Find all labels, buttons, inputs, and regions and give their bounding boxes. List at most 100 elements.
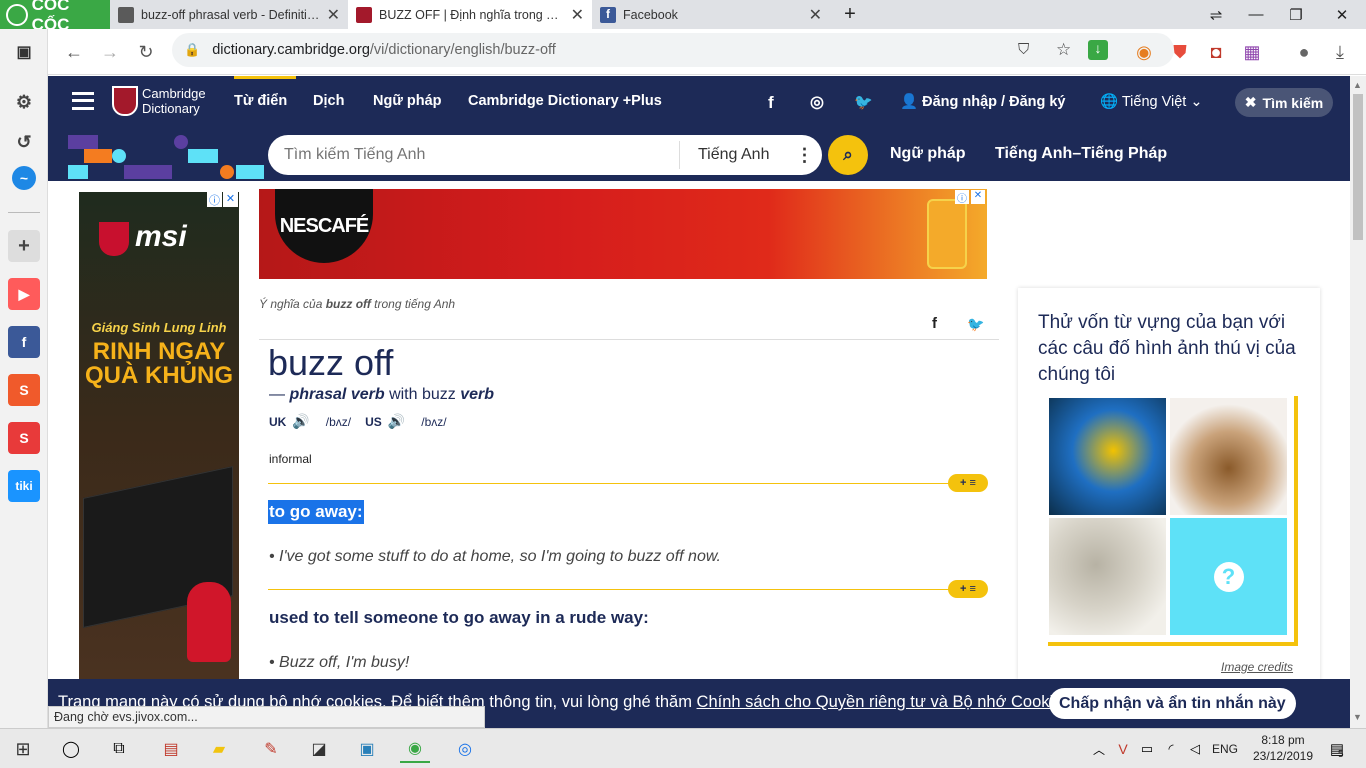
quiz-image-snail[interactable] (1170, 398, 1287, 515)
instagram-icon[interactable]: ◎ (810, 92, 824, 112)
shield-icon[interactable]: ⛉ (1018, 41, 1029, 58)
image-credits-link[interactable]: Image credits (1221, 660, 1293, 674)
site-logo[interactable]: Cambridge Dictionary (142, 86, 206, 116)
search-submit-icon[interactable]: ⌕ (828, 135, 868, 175)
profile-avatar-icon[interactable]: ● (1290, 38, 1318, 66)
app-icon-office[interactable]: ▤ (156, 735, 186, 763)
sendo-icon[interactable]: S (8, 422, 40, 454)
coccoc-brand[interactable]: CỐC CỐC (0, 0, 110, 34)
picture-quiz-widget[interactable]: Thử vốn từ vựng của bạn với các câu đố h… (1018, 288, 1320, 680)
extension-coccoc-icon[interactable]: ◉ (1130, 38, 1158, 66)
tab-buzzoff-cambridge[interactable]: BUZZ OFF | Định nghĩa trong Từ điển ✕ (348, 0, 592, 29)
app-icon-capture[interactable]: ▣ (352, 735, 382, 763)
quiz-image-octopus[interactable] (1049, 518, 1166, 635)
nav-grammar[interactable]: Ngữ pháp (373, 93, 442, 109)
chevron-down-icon: ⌄ (1190, 94, 1203, 110)
language-label: Tiếng Việt (1121, 94, 1187, 110)
tab-search-icon[interactable]: ⇌ (1196, 0, 1236, 29)
close-tab-icon[interactable]: ✕ (327, 5, 340, 25)
new-tab-button[interactable]: + (830, 0, 870, 29)
search-toggle-button[interactable]: ✖ Tìm kiếm (1235, 88, 1333, 117)
tray-clock[interactable]: 8:18 pm 23/12/2019 (1250, 732, 1316, 764)
add-to-list-button[interactable]: + ≡ (948, 474, 988, 492)
zalo-icon[interactable]: ◎ (450, 735, 480, 763)
us-audio-speaker-icon[interactable]: 🔊 (388, 413, 405, 430)
tiki-icon[interactable]: tiki (8, 470, 40, 502)
nav-dictionary[interactable]: Từ điển (234, 93, 287, 109)
back-arrow-icon[interactable]: ← (60, 38, 88, 66)
scroll-up-arrow-icon[interactable]: ▲ (1353, 80, 1362, 90)
msi-ad-banner[interactable]: msi Giáng Sinh Lung Linh RINH NGAY QUÀ K… (79, 192, 239, 680)
share-facebook-icon[interactable]: f (932, 315, 937, 332)
sublink-grammar[interactable]: Ngữ pháp (890, 145, 966, 163)
windows-start-icon[interactable]: ⊞ (8, 735, 38, 763)
cortana-search-icon[interactable]: ◯ (56, 735, 86, 763)
notification-count: 5 (1338, 749, 1344, 760)
shopee-icon[interactable]: S (8, 374, 40, 406)
app-icon-sticky[interactable]: ◪ (304, 735, 334, 763)
url-text[interactable]: dictionary.cambridge.org/vi/dictionary/e… (212, 42, 556, 58)
logo-line-2: Dictionary (142, 101, 200, 116)
ad-info-icon[interactable]: ⓘ (955, 190, 969, 205)
search-input[interactable] (284, 146, 679, 164)
scroll-down-arrow-icon[interactable]: ▼ (1353, 712, 1362, 722)
forward-arrow-icon[interactable]: → (96, 38, 124, 66)
extension-grid-icon[interactable]: ▦ (1238, 38, 1266, 66)
action-center-icon[interactable]: ▤ (1322, 735, 1352, 763)
tab-buzzoff-oxford[interactable]: buzz-off phrasal verb - Definition, pict… (110, 0, 348, 29)
restore-button[interactable]: ❐ (1276, 0, 1316, 29)
twitter-icon[interactable]: 🐦 (854, 93, 873, 111)
app-icon-paint[interactable]: ✎ (256, 735, 286, 763)
uk-audio-speaker-icon[interactable]: 🔊 (292, 413, 309, 430)
sublink-en-fr[interactable]: Tiếng Anh–Tiếng Pháp (995, 145, 1167, 163)
cambridge-crest-icon (112, 86, 138, 116)
decor-dot (112, 149, 126, 163)
reload-icon[interactable]: ↻ (132, 38, 160, 66)
tab-facebook[interactable]: f Facebook ✕ (592, 0, 830, 29)
language-selector[interactable]: 🌐 Tiếng Việt ⌄ (1100, 93, 1203, 110)
quiz-unknown-tile[interactable]: ? (1170, 518, 1287, 635)
vertical-scrollbar[interactable]: ▲ ▼ (1350, 76, 1366, 728)
ad-close-icon[interactable]: ✕ (971, 190, 985, 204)
add-to-list-button[interactable]: + ≡ (948, 580, 988, 598)
tray-volume-icon[interactable]: ◁ (1180, 735, 1210, 763)
privacy-policy-link[interactable]: Chính sách cho Quyền riêng tư và Bộ nhớ … (697, 693, 1071, 711)
divider (259, 339, 999, 340)
file-explorer-icon[interactable]: ▰ (204, 735, 234, 763)
download-video-icon[interactable]: ↓ (1088, 40, 1108, 60)
ad-info-icon[interactable]: ⓘ (207, 192, 222, 207)
scrollbar-thumb[interactable] (1353, 94, 1363, 240)
more-options-icon[interactable]: ⋮ (795, 145, 813, 166)
accept-cookies-button[interactable]: Chấp nhận và ẩn tin nhắn này (1049, 688, 1296, 719)
ad-close-icon[interactable]: ✕ (223, 192, 238, 207)
minimize-button[interactable]: — (1236, 0, 1276, 29)
settings-gear-icon[interactable]: ⚙ (8, 86, 40, 118)
hamburger-menu-icon[interactable] (72, 92, 94, 110)
bookmark-star-icon[interactable]: ☆ (1056, 40, 1071, 60)
downloads-icon[interactable]: ⤓ (1326, 38, 1354, 66)
share-twitter-icon[interactable]: 🐦 (967, 316, 984, 333)
facebook-icon[interactable]: f (8, 326, 40, 358)
task-view-icon[interactable]: ⧉ (104, 735, 134, 763)
login-link[interactable]: 👤 Đăng nhập / Đăng ký (900, 93, 1066, 110)
quiz-image-parrot[interactable] (1049, 398, 1166, 515)
coccoc-taskbar-icon[interactable]: ◉ (400, 735, 430, 763)
messenger-icon[interactable]: ~ (12, 166, 36, 190)
tray-language[interactable]: ENG (1212, 742, 1238, 756)
sidebar-toggle-icon[interactable]: ▣ (8, 36, 40, 68)
close-window-button[interactable]: ✕ (1322, 0, 1362, 29)
pronunciation-row: UK 🔊 /bʌz/ US 🔊 /bʌz/ (269, 413, 447, 430)
address-bar[interactable]: 🔒 dictionary.cambridge.org/vi/dictionary… (172, 33, 1174, 67)
facebook-icon[interactable]: f (768, 93, 774, 113)
extension-red-icon[interactable]: ◘ (1202, 38, 1230, 66)
nav-translate[interactable]: Dịch (313, 93, 344, 109)
history-icon[interactable]: ↺ (8, 126, 40, 158)
search-language-label[interactable]: Tiếng Anh (698, 146, 769, 164)
extension-shield-icon[interactable]: ⛊ (1166, 38, 1194, 66)
add-app-icon[interactable]: + (8, 230, 40, 262)
nav-plus[interactable]: Cambridge Dictionary +Plus (468, 93, 662, 109)
close-tab-icon[interactable]: ✕ (571, 5, 584, 25)
nescafe-ad-banner[interactable]: NESCAFÉ ⓘ ✕ (259, 189, 987, 279)
close-tab-icon[interactable]: ✕ (809, 5, 822, 25)
youtube-icon[interactable]: ▶ (8, 278, 40, 310)
